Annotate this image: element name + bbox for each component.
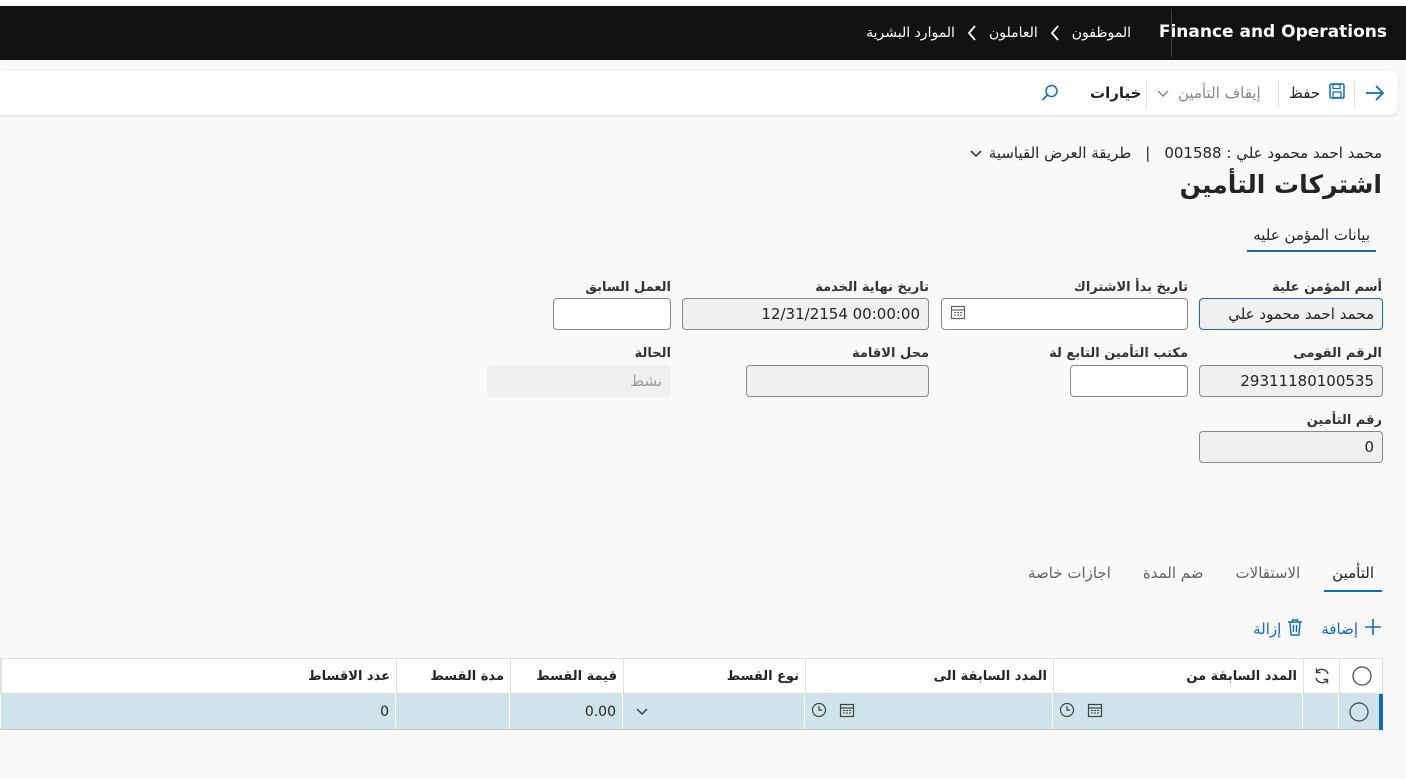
tab-insurance[interactable]: التأمين [1324, 560, 1382, 592]
column-header-installments-count[interactable]: عدد الاقساط [1, 659, 396, 693]
service-end-label: تاريخ نهاية الخدمة [815, 280, 929, 295]
residence-label: محل الاقامة [851, 346, 929, 361]
stop-insurance-label: إيقاف التأمين [1178, 84, 1261, 102]
section-tab-insured-data[interactable]: بيانات المؤمن عليه [1247, 226, 1376, 252]
table-row[interactable]: 0.00 0 [0, 694, 1383, 730]
calendar-icon[interactable] [1087, 702, 1103, 722]
chevron-down-icon [969, 144, 983, 162]
insurance-office-label: مكتب التأمين التابع لة [1049, 346, 1188, 361]
insurance-number-field[interactable]: 0 [1199, 431, 1383, 463]
subscription-start-label: تاريخ بدأ الاشتراك [1073, 280, 1188, 295]
previous-work-field[interactable] [553, 298, 671, 330]
options-menu[interactable]: خيارات [1090, 71, 1141, 115]
tab-special-leaves[interactable]: اجازات خاصة [1020, 560, 1119, 592]
subscription-start-field[interactable] [941, 298, 1188, 330]
view-selector[interactable]: طريقة العرض القياسية [969, 144, 1132, 162]
installment-type-cell[interactable] [622, 694, 804, 729]
row-blank-cell [1302, 694, 1338, 729]
column-header-previous-from[interactable]: المدد السابقة من [1053, 659, 1303, 693]
service-end-field[interactable]: 12/31/2154 00:00:00 [682, 298, 929, 330]
clock-icon[interactable] [1059, 702, 1075, 722]
topbar-divider [1171, 9, 1172, 57]
insured-name-label: أسم المؤمن علية [1272, 280, 1382, 295]
refresh-icon[interactable] [1303, 659, 1339, 693]
action-pane: حفظ إيقاف التأمين خيارات [0, 71, 1398, 115]
installment-duration-cell[interactable] [395, 694, 509, 729]
tab-period-merge[interactable]: ضم المدة [1135, 560, 1212, 592]
column-header-installment-duration[interactable]: مدة القسط [396, 659, 510, 693]
previous-work-label: العمل السابق [585, 280, 671, 295]
actionbar-divider [1278, 79, 1279, 107]
actionbar-divider [1146, 79, 1147, 107]
tab-resignations[interactable]: الاستقالات [1228, 560, 1309, 592]
top-navigation-bar: Finance and Operations الموارد البشرية ا… [0, 6, 1406, 60]
breadcrumb: الموارد البشرية العاملون الموظفون [866, 24, 1131, 42]
column-header-installment-type[interactable]: نوع القسط [623, 659, 805, 693]
installments-count-cell[interactable]: 0 [0, 694, 395, 729]
chevron-down-icon[interactable] [635, 704, 649, 720]
breadcrumb-item-workers[interactable]: العاملون [989, 25, 1038, 41]
chevron-down-icon [1156, 84, 1170, 102]
page-title: اشتركات التأمين [1179, 170, 1382, 199]
insurance-number-label: رقم التأمين [1306, 413, 1382, 428]
save-button[interactable]: حفظ [1289, 71, 1346, 115]
breadcrumb-item-hr[interactable]: الموارد البشرية [866, 25, 955, 41]
stop-insurance-menu[interactable]: إيقاف التأمين [1156, 71, 1261, 115]
view-selector-label: طريقة العرض القياسية [988, 144, 1132, 162]
chevron-left-icon [1050, 24, 1060, 42]
back-arrow-icon[interactable] [1364, 71, 1386, 115]
search-icon[interactable] [1040, 71, 1060, 115]
residence-field[interactable] [746, 365, 929, 397]
save-icon [1328, 82, 1346, 104]
column-header-previous-to[interactable]: المدد السابقة الى [805, 659, 1053, 693]
insured-name-field[interactable]: محمد احمد محمود علي [1199, 298, 1383, 330]
national-id-field[interactable]: 29311180100535 [1199, 365, 1383, 397]
record-caption: محمد احمد محمود علي : 001588 [1164, 144, 1382, 162]
record-header: محمد احمد محمود علي : 001588 | طريقة الع… [969, 144, 1382, 162]
select-all-checkbox[interactable] [1339, 659, 1384, 693]
breadcrumb-item-employees[interactable]: الموظفون [1072, 25, 1131, 41]
save-button-label: حفظ [1289, 84, 1321, 102]
status-field: نشط [487, 365, 671, 397]
add-button[interactable]: إضافة [1321, 618, 1382, 640]
actionbar-divider [1354, 79, 1355, 107]
status-label: الحالة [634, 346, 671, 361]
grid-toolbar: إضافة إزالة [1253, 618, 1382, 640]
previous-to-cell[interactable] [804, 694, 1052, 729]
trash-icon [1287, 618, 1303, 640]
insurance-office-field[interactable] [1070, 365, 1188, 397]
calendar-icon[interactable] [839, 702, 855, 722]
row-select-checkbox[interactable] [1338, 694, 1379, 729]
row-selection-indicator [1379, 694, 1383, 730]
installment-value-cell[interactable]: 0.00 [509, 694, 622, 729]
clock-icon[interactable] [811, 702, 827, 722]
chevron-left-icon [967, 24, 977, 42]
app-title[interactable]: Finance and Operations [1159, 22, 1387, 42]
detail-tabs: التأمين الاستقالات ضم المدة اجازات خاصة [1010, 560, 1382, 592]
header-separator: | [1145, 144, 1151, 162]
remove-button-label: إزالة [1253, 620, 1282, 638]
national-id-label: الرقم القومى [1293, 346, 1382, 361]
plus-icon [1364, 618, 1382, 640]
remove-button[interactable]: إزالة [1253, 618, 1303, 640]
add-button-label: إضافة [1321, 620, 1358, 638]
previous-from-cell[interactable] [1052, 694, 1302, 729]
column-header-installment-value[interactable]: قيمة القسط [510, 659, 623, 693]
grid-header-row: المدد السابقة من المدد السابقة الى نوع ا… [0, 658, 1383, 694]
calendar-icon[interactable] [950, 304, 966, 324]
